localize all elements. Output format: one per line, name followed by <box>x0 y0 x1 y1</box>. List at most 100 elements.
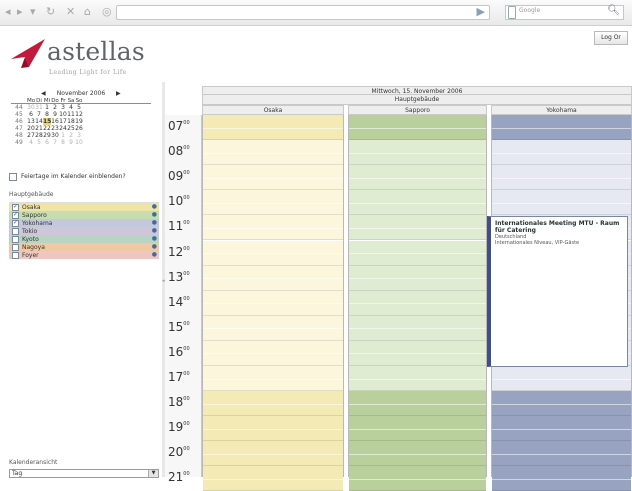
room-column[interactable] <box>348 115 487 491</box>
globe-icon[interactable]: ● <box>152 227 157 234</box>
next-month-icon[interactable]: ▶ <box>116 90 121 98</box>
search-box[interactable]: Google 🔍︎ <box>505 5 624 20</box>
globe-icon[interactable]: ● <box>152 243 157 250</box>
stop-icon[interactable]: ✕ <box>66 5 75 18</box>
time-slot[interactable] <box>492 366 631 392</box>
calendar-event[interactable]: Internationales Meeting MTU - Raum für C… <box>487 216 628 367</box>
calendar-day[interactable]: 1 <box>59 132 67 139</box>
building-checkbox[interactable] <box>12 251 19 259</box>
holidays-checkbox[interactable] <box>9 172 17 181</box>
calendar-day[interactable]: 24 <box>59 125 67 132</box>
globe-icon[interactable]: ● <box>152 219 157 226</box>
week-number[interactable]: 44 <box>11 104 27 111</box>
calendar-day[interactable]: 17 <box>59 118 67 125</box>
forward-icon[interactable]: ▸ <box>17 5 23 18</box>
time-slot[interactable] <box>203 416 343 442</box>
globe-icon[interactable]: ● <box>152 203 157 210</box>
globe-icon[interactable]: ● <box>152 211 157 218</box>
calendar-day[interactable]: 13 <box>27 118 35 125</box>
holidays-toggle[interactable]: Feiertage im Kalender einblenden? <box>9 172 126 181</box>
calendar-day[interactable]: 31 <box>35 104 43 111</box>
time-slot[interactable] <box>203 391 343 417</box>
calendar-day[interactable]: 19 <box>75 118 83 125</box>
calendar-day[interactable]: 9 <box>51 111 59 118</box>
time-slot[interactable] <box>492 441 631 467</box>
building-item[interactable]: Foyer ● <box>9 251 159 259</box>
time-slot[interactable] <box>203 190 343 216</box>
week-number[interactable]: 49 <box>11 139 27 146</box>
calendar-day[interactable]: 2 <box>67 132 75 139</box>
time-slot[interactable] <box>492 190 631 216</box>
back-icon[interactable]: ◂ <box>5 5 11 18</box>
time-slot[interactable] <box>492 115 631 141</box>
calendar-day[interactable]: 4 <box>27 139 35 146</box>
go-icon[interactable]: ▶ <box>477 5 485 18</box>
time-slot[interactable] <box>349 366 486 392</box>
room-column[interactable] <box>202 115 344 491</box>
week-number[interactable]: 46 <box>11 118 27 125</box>
time-slot[interactable] <box>203 441 343 467</box>
time-slot[interactable] <box>492 165 631 191</box>
time-slot[interactable] <box>349 340 486 366</box>
prev-month-icon[interactable]: ◀ <box>41 90 46 98</box>
building-checkbox[interactable] <box>12 227 19 235</box>
time-slot[interactable] <box>203 140 343 166</box>
dropdown-icon[interactable]: ▾ <box>30 5 36 18</box>
time-slot[interactable] <box>349 416 486 442</box>
calendar-day[interactable]: 14 <box>35 118 43 125</box>
calendar-day[interactable]: 3 <box>59 104 67 111</box>
building-item[interactable]: Tokio ● <box>9 227 159 235</box>
time-slot[interactable] <box>349 190 486 216</box>
building-checkbox[interactable] <box>12 211 19 219</box>
globe-icon[interactable]: ● <box>152 235 157 242</box>
calendar-day[interactable]: 9 <box>67 139 75 146</box>
calendar-day[interactable]: 23 <box>51 125 59 132</box>
time-slot[interactable] <box>349 466 486 491</box>
time-slot[interactable] <box>203 115 343 141</box>
building-item[interactable]: Kyoto ● <box>9 235 159 243</box>
chevron-down-icon[interactable]: ▼ <box>148 470 158 477</box>
calendar-day[interactable]: 3 <box>75 132 83 139</box>
calendar-day[interactable]: 8 <box>43 111 51 118</box>
week-number[interactable]: 45 <box>11 111 27 118</box>
building-checkbox[interactable] <box>12 243 19 251</box>
time-slot[interactable] <box>349 215 486 241</box>
time-slot[interactable] <box>349 315 486 341</box>
globe-icon[interactable]: ● <box>152 251 157 258</box>
time-slot[interactable] <box>203 466 343 491</box>
calendar-day[interactable]: 10 <box>75 139 83 146</box>
calendar-day[interactable]: 26 <box>75 125 83 132</box>
calendar-day[interactable]: 7 <box>51 139 59 146</box>
week-number[interactable]: 47 <box>11 125 27 132</box>
time-slot[interactable] <box>349 115 486 141</box>
calendar-day[interactable]: 18 <box>67 118 75 125</box>
time-slot[interactable] <box>349 441 486 467</box>
building-checkbox[interactable] <box>12 219 19 227</box>
calendar-day[interactable]: 30 <box>51 132 59 139</box>
search-icon[interactable]: 🔍︎ <box>607 5 620 16</box>
building-checkbox[interactable] <box>12 235 19 243</box>
time-slot[interactable] <box>203 265 343 291</box>
calendar-day[interactable]: 28 <box>35 132 43 139</box>
time-slot[interactable] <box>203 315 343 341</box>
calendar-day[interactable]: 15 <box>43 118 51 125</box>
address-bar[interactable]: ▶ <box>116 5 490 20</box>
building-item[interactable]: Yokohama ● <box>9 219 159 227</box>
calendar-day[interactable]: 7 <box>35 111 43 118</box>
calendar-day[interactable]: 11 <box>67 111 75 118</box>
calendar-day[interactable]: 5 <box>35 139 43 146</box>
search-engine-icon[interactable] <box>508 6 516 19</box>
calendar-day[interactable]: 27 <box>27 132 35 139</box>
time-slot[interactable] <box>349 290 486 316</box>
time-slot[interactable] <box>492 140 631 166</box>
time-slot[interactable] <box>349 165 486 191</box>
building-item[interactable]: Osaka ● <box>9 203 159 211</box>
time-slot[interactable] <box>203 340 343 366</box>
calendar-day[interactable]: 1 <box>43 104 51 111</box>
time-slot[interactable] <box>203 240 343 266</box>
reload-icon[interactable]: ↻ <box>46 5 55 18</box>
calendar-day[interactable]: 22 <box>43 125 51 132</box>
calendar-day[interactable]: 16 <box>51 118 59 125</box>
time-slot[interactable] <box>492 391 631 417</box>
time-slot[interactable] <box>203 215 343 241</box>
